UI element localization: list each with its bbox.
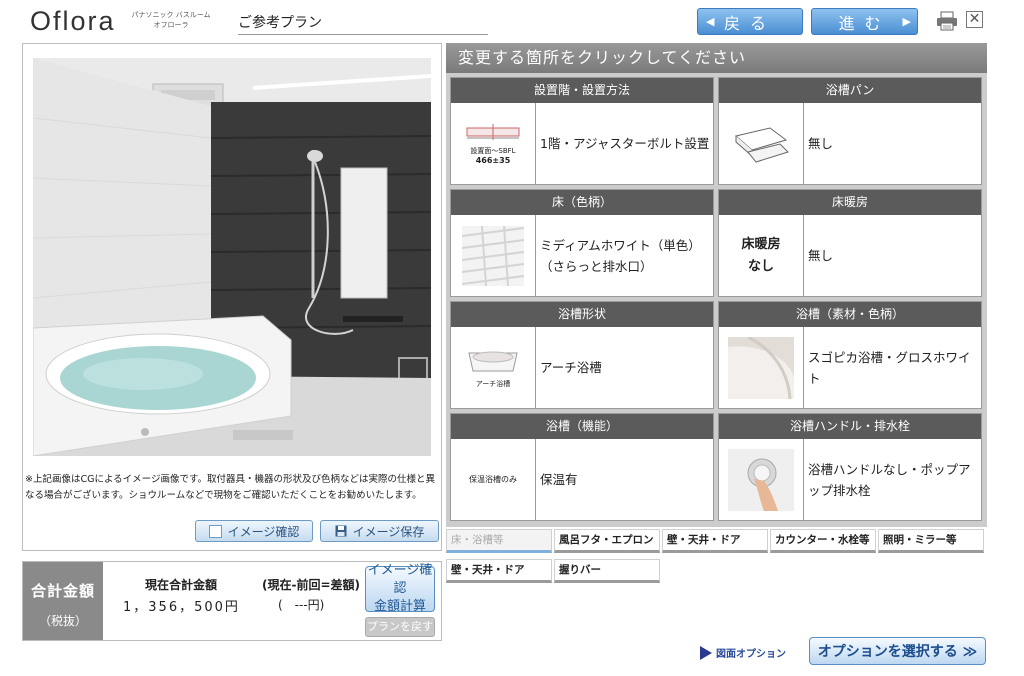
tab-wall-ceiling-door-2[interactable]: 壁・天井・ドア (446, 559, 552, 583)
option-value: 1階・アジャスターボルト設置 (540, 136, 710, 151)
difference-value: ( ---円) (278, 598, 325, 612)
restore-plan-button[interactable]: プランを戻す (365, 617, 435, 637)
tab-grab-bar[interactable]: 握りバー (554, 559, 660, 583)
drawing-option-link[interactable]: 図面オプション (700, 645, 786, 660)
forward-button-label: 進む (838, 13, 891, 33)
total-amount-title: 合計金額 (30, 582, 95, 600)
floor-heating-thumb: 床暖房 なし (719, 215, 804, 296)
brand-line-2: オフローラ (153, 21, 189, 29)
option-floor-color[interactable]: 床（色柄） ミディアムホワイト（単色）（さらっと排水口） (450, 189, 714, 297)
floor-height-diagram-icon (466, 123, 520, 140)
close-icon[interactable]: ✕ (966, 11, 983, 28)
forward-button[interactable]: 進む ▶ (811, 8, 918, 35)
option-value: スゴピカ浴槽・グロスホワイト (808, 349, 971, 386)
tub-shape-thumb-text: アーチ浴槽 (475, 379, 511, 388)
bathroom-preview-image (33, 58, 431, 456)
installation-thumb: 設置面～SBFL 466±35 (451, 103, 536, 184)
tab-counter-faucet[interactable]: カウンター・水栓等 (770, 529, 876, 553)
calculate-price-button[interactable]: イメージ確認 金額計算 (365, 563, 435, 614)
oflora-logo: Oflora (30, 6, 116, 36)
select-option-button[interactable]: オプションを選択する ≫ (809, 637, 986, 665)
tab-wall-ceiling-door[interactable]: 壁・天井・ドア (662, 529, 768, 553)
option-tub-handle-drain[interactable]: 浴槽ハンドル・排水栓 浴槽ハンドルなし・ポップアップ排水栓 (718, 413, 982, 521)
options-panel: 変更する箇所をクリックしてください 設置階・設置方法 設置面～SBFL 466±… (446, 43, 987, 527)
pop-up-drain-icon (728, 448, 794, 511)
option-tub-function[interactable]: 浴槽（機能） 保温浴槽のみ 保温有 (450, 413, 714, 521)
arch-tub-icon (468, 351, 518, 371)
option-tub-material[interactable]: 浴槽（素材・色柄） スゴピカ浴槽・グロスホワイト (718, 301, 982, 409)
image-save-label: イメージ保存 (352, 524, 425, 539)
image-disclaimer: ※上記画像はCGによるイメージ画像です。取付器具・機器の形状及び色柄などは実際の… (25, 474, 436, 501)
option-value: 無し (808, 136, 834, 151)
tub-pan-icon (734, 126, 789, 163)
brand-subtitle: パナソニック バスルーム オフローラ (131, 10, 211, 30)
preview-panel: ※上記画像はCGによるイメージ画像です。取付器具・機器の形状及び色柄などは実際の… (22, 43, 442, 551)
option-title: 浴槽パン (719, 78, 981, 103)
option-title: 浴槽ハンドル・排水栓 (719, 414, 981, 439)
triangle-right-icon: ▶ (902, 15, 911, 28)
option-value: 無し (808, 248, 834, 263)
play-arrow-icon (700, 645, 712, 660)
difference-heading: (現在-前回=差額) (262, 578, 361, 592)
installation-thumb-text-1: 設置面～SBFL (470, 146, 516, 155)
option-floor-heating[interactable]: 床暖房 床暖房 なし 無し (718, 189, 982, 297)
tub-shape-thumb: アーチ浴槽 (451, 327, 536, 408)
option-value: アーチ浴槽 (540, 360, 602, 375)
drawing-option-label: 図面オプション (716, 649, 786, 660)
triangle-left-icon: ◀ (706, 15, 715, 28)
floor-color-thumb (451, 215, 536, 296)
options-heading: 変更する箇所をクリックしてください (446, 43, 987, 73)
option-title: 床暖房 (719, 190, 981, 215)
calculate-label-2: 金額計算 (373, 599, 426, 614)
floor-heating-thumb-text-2: なし (747, 258, 774, 274)
back-button-label: 戻る (723, 13, 776, 33)
option-title: 床（色柄） (451, 190, 713, 215)
floor-tile-swatch-icon (462, 225, 524, 286)
tab-light-mirror[interactable]: 照明・ミラー等 (878, 529, 984, 553)
tub-material-swatch-icon (728, 336, 794, 399)
option-title: 設置階・設置方法 (451, 78, 713, 103)
option-title: 浴槽（機能） (451, 414, 713, 439)
tub-drain-thumb (719, 439, 804, 520)
save-disk-icon (335, 525, 347, 537)
printer-icon[interactable] (936, 11, 958, 31)
back-button[interactable]: ◀ 戻る (697, 8, 803, 35)
tub-pan-thumb (719, 103, 804, 184)
tab-bath-lid-apron[interactable]: 風呂フタ・エプロン (554, 529, 660, 553)
total-amount-label: 合計金額 （税抜） (23, 562, 103, 640)
option-value: ミディアムホワイト（単色）（さらっと排水口） (540, 237, 701, 274)
image-confirm-button[interactable]: イメージ確認 (195, 520, 313, 542)
image-save-button[interactable]: イメージ保存 (320, 520, 439, 542)
option-tub-shape[interactable]: 浴槽形状 アーチ浴槽 アーチ浴槽 (450, 301, 714, 409)
tub-function-thumb: 保温浴槽のみ (451, 439, 536, 520)
option-title: 浴槽（素材・色柄） (719, 302, 981, 327)
tub-material-thumb (719, 327, 804, 408)
tax-excluded-note: （税抜） (38, 614, 87, 628)
current-total-value: 1，356，500円 (123, 600, 240, 615)
option-installation[interactable]: 設置階・設置方法 設置面～SBFL 466±35 1階・アジャスターボルト設置 (450, 77, 714, 185)
option-value: 浴槽ハンドルなし・ポップアップ排水栓 (808, 461, 971, 498)
floor-heating-thumb-text-1: 床暖房 (741, 236, 781, 252)
installation-thumb-text-2: 466±35 (475, 155, 511, 165)
tub-function-thumb-text: 保温浴槽のみ (469, 475, 517, 484)
image-confirm-label: イメージ確認 (227, 524, 300, 539)
option-title: 浴槽形状 (451, 302, 713, 327)
option-value: 保温有 (540, 472, 578, 487)
calculate-label-1: イメージ確認 (367, 563, 433, 596)
current-total-heading: 現在合計金額 (145, 578, 218, 592)
option-tub-pan[interactable]: 浴槽パン 無し (718, 77, 982, 185)
refresh-icon (208, 524, 222, 538)
plan-name: ご参考プラン (238, 12, 488, 35)
price-panel: 合計金額 （税抜） 現在合計金額 (現在-前回=差額) 1，356，500円 (… (22, 561, 442, 641)
tab-floor-bathtub[interactable]: 床・浴槽等 (446, 529, 552, 553)
brand-line-1: パナソニック バスルーム (131, 11, 211, 19)
